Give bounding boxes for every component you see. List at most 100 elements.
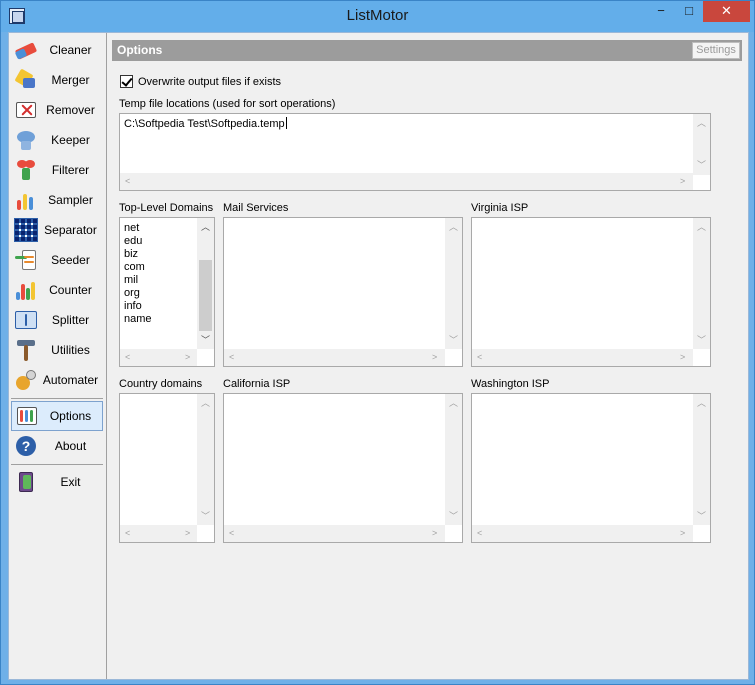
close-button[interactable]: ✕ [703, 1, 750, 22]
horizontal-scrollbar[interactable]: < > [120, 173, 693, 190]
scroll-up-icon[interactable]: ︿ [697, 222, 706, 232]
overwrite-label: Overwrite output files if exists [138, 75, 282, 88]
nav-keeper[interactable]: Keeper [11, 126, 103, 154]
app-window: ListMotor − □ ✕ Cleaner Merger Remover K… [0, 0, 755, 685]
tld-list[interactable]: net edu biz com mil org info name ︿ ﹀ < … [119, 217, 215, 367]
nav-remover[interactable]: Remover [11, 96, 103, 124]
minimize-button[interactable]: − [647, 1, 675, 22]
nav-label: Sampler [48, 193, 93, 207]
washington-isp-list[interactable]: ︿ ﹀ < > [471, 393, 711, 543]
california-isp-label: California ISP [223, 378, 291, 390]
overwrite-checkbox[interactable] [120, 75, 133, 88]
horizontal-scrollbar[interactable]: < > [472, 525, 693, 542]
scroll-down-icon[interactable]: ﹀ [697, 335, 706, 345]
window-title: ListMotor [346, 7, 409, 24]
scroll-right-icon[interactable]: > [432, 528, 437, 538]
list-item[interactable]: edu [124, 235, 142, 248]
nav-label: Automater [42, 373, 99, 387]
scroll-left-icon[interactable]: < [125, 528, 130, 538]
temp-location-input[interactable]: C:\Softpedia Test\Softpedia.temp ︿ ﹀ < > [119, 113, 711, 191]
virginia-isp-list[interactable]: ︿ ﹀ < > [471, 217, 711, 367]
settings-button[interactable]: Settings [692, 42, 740, 59]
scroll-up-icon[interactable]: ︿ [697, 118, 706, 128]
nav-exit[interactable]: Exit [11, 468, 103, 496]
scroll-up-icon[interactable]: ︿ [201, 222, 210, 232]
scroll-right-icon[interactable]: > [680, 352, 685, 362]
scroll-down-icon[interactable]: ﹀ [697, 511, 706, 521]
scroll-down-icon[interactable]: ﹀ [449, 511, 458, 521]
vertical-scrollbar[interactable]: ︿ ﹀ [693, 394, 710, 525]
horizontal-scrollbar[interactable]: < > [120, 525, 197, 542]
keeper-icon [14, 128, 38, 152]
list-item[interactable]: org [124, 287, 140, 300]
nav-automater[interactable]: Automater [11, 366, 103, 394]
list-item[interactable]: name [124, 313, 152, 326]
help-icon: ? [14, 434, 38, 458]
country-domains-label: Country domains [119, 378, 203, 390]
gears-icon [14, 368, 38, 392]
scroll-down-icon[interactable]: ﹀ [697, 160, 706, 170]
scroll-right-icon[interactable]: > [185, 528, 190, 538]
merge-icon [14, 68, 38, 92]
nav-sampler[interactable]: Sampler [11, 186, 103, 214]
vertical-scrollbar[interactable]: ︿ ﹀ [445, 394, 462, 525]
scroll-left-icon[interactable]: < [125, 176, 130, 186]
scroll-down-icon[interactable]: ﹀ [449, 335, 458, 345]
header-title: Options [117, 43, 163, 57]
list-item[interactable]: net [124, 222, 139, 235]
door-icon [14, 470, 38, 494]
nav-seeder[interactable]: Seeder [11, 246, 103, 274]
california-isp-list[interactable]: ︿ ﹀ < > [223, 393, 463, 543]
vertical-scrollbar[interactable]: ︿ ﹀ [693, 114, 710, 175]
nav-options[interactable]: Options [11, 401, 103, 431]
list-item[interactable]: biz [124, 248, 138, 261]
scroll-up-icon[interactable]: ︿ [449, 222, 458, 232]
scroll-right-icon[interactable]: > [432, 352, 437, 362]
title-bar[interactable]: ListMotor − □ ✕ [1, 1, 754, 32]
list-item[interactable]: com [124, 261, 145, 274]
nav-separator[interactable]: Separator [11, 216, 103, 244]
maximize-button[interactable]: □ [675, 1, 703, 22]
scroll-left-icon[interactable]: < [477, 352, 482, 362]
scroll-down-icon[interactable]: ﹀ [201, 335, 210, 345]
overwrite-option[interactable]: Overwrite output files if exists [120, 75, 281, 88]
scroll-left-icon[interactable]: < [229, 528, 234, 538]
nav-utilities[interactable]: Utilities [11, 336, 103, 364]
nav-label: Utilities [51, 343, 90, 357]
nav-label: Merger [51, 73, 90, 87]
horizontal-scrollbar[interactable]: < > [224, 525, 445, 542]
list-item[interactable]: mil [124, 274, 138, 287]
scroll-down-icon[interactable]: ﹀ [201, 511, 210, 521]
list-item[interactable]: info [124, 300, 142, 313]
scroll-right-icon[interactable]: > [680, 176, 685, 186]
vertical-scrollbar[interactable]: ︿ ﹀ [197, 218, 214, 349]
nav-about[interactable]: ? About [11, 432, 103, 460]
horizontal-scrollbar[interactable]: < > [120, 349, 197, 366]
scroll-right-icon[interactable]: > [680, 528, 685, 538]
scroll-thumb[interactable] [199, 260, 212, 331]
country-domains-list[interactable]: ︿ ﹀ < > [119, 393, 215, 543]
vertical-scrollbar[interactable]: ︿ ﹀ [445, 218, 462, 349]
nav-splitter[interactable]: Splitter [11, 306, 103, 334]
tld-label: Top-Level Domains [119, 202, 214, 214]
horizontal-scrollbar[interactable]: < > [472, 349, 693, 366]
nav-merger[interactable]: Merger [11, 66, 103, 94]
scroll-up-icon[interactable]: ︿ [449, 398, 458, 408]
scroll-right-icon[interactable]: > [185, 352, 190, 362]
nav-filterer[interactable]: Filterer [11, 156, 103, 184]
nav-label: Options [49, 409, 92, 423]
nav-counter[interactable]: Counter [11, 276, 103, 304]
horizontal-scrollbar[interactable]: < > [224, 349, 445, 366]
vertical-scrollbar[interactable]: ︿ ﹀ [197, 394, 214, 525]
nav-cleaner[interactable]: Cleaner [11, 36, 103, 64]
nav-label: Separator [44, 223, 97, 237]
scroll-up-icon[interactable]: ︿ [201, 398, 210, 408]
virginia-isp-label: Virginia ISP [471, 202, 529, 214]
mail-services-list[interactable]: ︿ ﹀ < > [223, 217, 463, 367]
vertical-scrollbar[interactable]: ︿ ﹀ [693, 218, 710, 349]
scroll-left-icon[interactable]: < [125, 352, 130, 362]
scroll-up-icon[interactable]: ︿ [697, 398, 706, 408]
scroll-left-icon[interactable]: < [477, 528, 482, 538]
scroll-left-icon[interactable]: < [229, 352, 234, 362]
grid-icon [14, 218, 38, 242]
